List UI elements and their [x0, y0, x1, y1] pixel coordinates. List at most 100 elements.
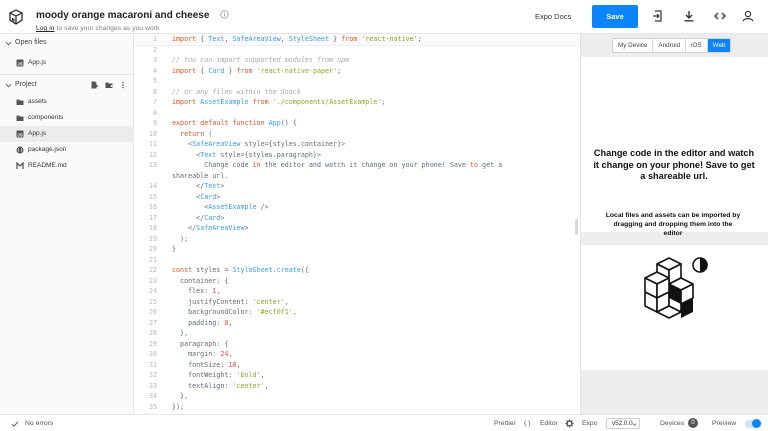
- code-line[interactable]: 31 fontSize: 18,: [135, 360, 579, 371]
- code-line[interactable]: 10 return (: [135, 129, 579, 140]
- code-text: backgroundColor: '#ecf0f1',: [172, 308, 297, 316]
- code-line[interactable]: 23 container: {: [135, 276, 579, 287]
- code-line[interactable]: 30 margin: 24,: [135, 349, 579, 360]
- preview-toggle[interactable]: [745, 419, 761, 428]
- line-number: 3: [152, 56, 157, 64]
- editor-settings-label[interactable]: Editor: [540, 420, 558, 427]
- code-line[interactable]: 25 justifyContent: 'center',: [135, 297, 579, 308]
- code-text: <AssetExample />: [172, 203, 269, 211]
- project-section[interactable]: Project: [0, 78, 134, 94]
- embed-code-icon[interactable]: [714, 10, 726, 22]
- js-file-icon: JS: [16, 130, 24, 138]
- tab-android[interactable]: Android: [653, 39, 687, 52]
- code-line[interactable]: shareable url.: [135, 171, 579, 182]
- chevron-down-icon: [5, 83, 12, 88]
- code-line[interactable]: 9 export default function App() {: [135, 118, 579, 129]
- code-line[interactable]: 32 fontWeight: 'bold',: [135, 370, 579, 381]
- project-item-label: assets: [28, 98, 47, 105]
- gear-icon[interactable]: [565, 419, 574, 428]
- download-icon[interactable]: [683, 10, 695, 22]
- code-text: fontWeight: 'bold',: [172, 371, 265, 379]
- sdk-version-select[interactable]: v52.0.0: [606, 418, 640, 429]
- line-number: 33: [148, 381, 157, 390]
- status-bar: No errors Prettier { } Editor Expo v52.0…: [0, 414, 768, 431]
- project-item-components[interactable]: components: [0, 110, 134, 126]
- line-number: 20: [148, 245, 157, 253]
- code-line[interactable]: 21: [135, 255, 579, 266]
- code-line[interactable]: 19 );: [135, 234, 579, 245]
- code-text: </Card>: [172, 213, 225, 222]
- tab-my-device[interactable]: My Device: [613, 39, 654, 52]
- line-number: 21: [148, 255, 157, 264]
- error-status[interactable]: No errors: [25, 420, 53, 427]
- code-text: Change code in the editor and watch it c…: [172, 161, 503, 169]
- tab-web[interactable]: Web: [707, 39, 731, 52]
- code-line[interactable]: 8: [135, 108, 579, 119]
- code-line[interactable]: 20}: [135, 244, 579, 255]
- open-files-label: Open files: [15, 39, 47, 46]
- login-link[interactable]: Log in: [36, 25, 55, 32]
- code-line[interactable]: 4 import { Card } from 'react-native-pape…: [135, 66, 579, 77]
- snack-logo-icon[interactable]: [8, 9, 24, 25]
- export-icon[interactable]: [652, 10, 664, 22]
- chevron-down-icon: [5, 41, 12, 46]
- device-tabs: My Device Android iOS Web: [612, 38, 732, 53]
- project-item-package-json[interactable]: package.json: [0, 142, 134, 158]
- editor-scrollbar[interactable]: [575, 219, 578, 235]
- code-line[interactable]: 28 },: [135, 328, 579, 339]
- code-text: paragraph: {: [172, 339, 229, 348]
- save-button[interactable]: Save: [592, 5, 638, 28]
- user-account-icon[interactable]: [742, 10, 754, 22]
- tab-ios[interactable]: iOS: [686, 39, 708, 52]
- code-line[interactable]: 1 import { Text, SafeAreaView, StyleSheet…: [135, 34, 579, 46]
- project-item-app-js[interactable]: JS App.js: [0, 126, 134, 142]
- svg-text:JS: JS: [17, 132, 23, 137]
- project-title[interactable]: moody orange macaroni and cheese: [36, 10, 209, 21]
- code-line[interactable]: 16 <AssetExample />: [135, 202, 579, 213]
- open-file-app-js[interactable]: JS App.js: [0, 55, 134, 71]
- prettier-braces-icon[interactable]: { }: [524, 420, 530, 427]
- expo-docs-link[interactable]: Expo Docs: [535, 12, 571, 21]
- line-number: 17: [148, 213, 157, 222]
- code-line[interactable]: 24 flex: 1,: [135, 286, 579, 297]
- code-line[interactable]: 12 <Text style={styles.paragraph}>: [135, 150, 579, 161]
- new-folder-icon[interactable]: [105, 81, 113, 89]
- code-line[interactable]: 15 <Card>: [135, 192, 579, 203]
- project-item-assets[interactable]: assets: [0, 94, 134, 110]
- project-item-label: package.json: [28, 146, 67, 153]
- code-line[interactable]: 27 padding: 8,: [135, 318, 579, 329]
- line-number: 34: [148, 392, 157, 400]
- code-text: import { Card } from 'react-native-paper…: [172, 66, 342, 75]
- prettier-label[interactable]: Prettier: [494, 420, 516, 427]
- code-line[interactable]: 2: [135, 45, 579, 56]
- code-line[interactable]: 29 paragraph: {: [135, 339, 579, 350]
- code-line[interactable]: 5: [135, 76, 579, 87]
- code-line[interactable]: 13 Change code in the editor and watch i…: [135, 160, 579, 171]
- project-item-readme[interactable]: README.md: [0, 158, 134, 174]
- code-text: </SafeAreaView>: [172, 224, 249, 232]
- code-editor[interactable]: 1 import { Text, SafeAreaView, StyleSheet…: [135, 34, 579, 414]
- code-line[interactable]: 6 // or any files within the Snack: [135, 87, 579, 98]
- code-line[interactable]: 22 const styles = StyleSheet.create({: [135, 265, 579, 276]
- code-line[interactable]: 35});: [135, 402, 579, 413]
- code-line[interactable]: 33 textAlign: 'center',: [135, 381, 579, 392]
- code-line[interactable]: 11 <SafeAreaView style={styles.container…: [135, 139, 579, 150]
- open-files-section[interactable]: Open files: [0, 36, 134, 52]
- code-line[interactable]: 14 </Text>: [135, 181, 579, 192]
- line-number: 25: [148, 297, 157, 306]
- more-options-icon[interactable]: [119, 81, 127, 89]
- login-hint: Log in to save your changes as you work: [36, 25, 229, 32]
- snack-cubes-icon: [644, 257, 708, 319]
- code-line[interactable]: 3 // You can import supported modules fro…: [135, 55, 579, 66]
- devices-label[interactable]: Devices: [660, 420, 684, 427]
- code-line[interactable]: 34 },: [135, 391, 579, 402]
- info-icon[interactable]: [220, 10, 229, 19]
- code-line[interactable]: 17 </Card>: [135, 213, 579, 224]
- line-number: 18: [148, 224, 157, 232]
- check-icon: [11, 421, 19, 427]
- code-line[interactable]: 7 import AssetExample from './components/…: [135, 97, 579, 108]
- code-text: padding: 8,: [172, 318, 233, 327]
- code-line[interactable]: 18 </SafeAreaView>: [135, 223, 579, 234]
- code-line[interactable]: 26 backgroundColor: '#ecf0f1',: [135, 307, 579, 318]
- new-file-icon[interactable]: [90, 81, 98, 89]
